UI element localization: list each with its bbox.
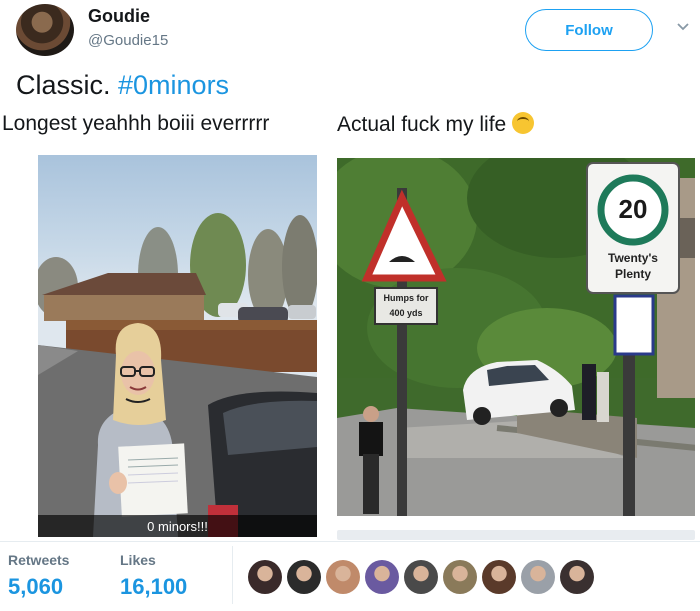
likes-count: 16,100 <box>120 574 188 599</box>
avatar[interactable] <box>16 4 74 56</box>
stats-divider <box>232 546 233 604</box>
user-name[interactable]: Goudie <box>88 6 150 27</box>
liker-avatar[interactable] <box>365 560 399 594</box>
liker-avatar[interactable] <box>326 560 360 594</box>
photo-caption-right: Actual fuck my life <box>337 112 535 137</box>
chevron-down-icon[interactable] <box>676 20 690 34</box>
tweet-text-prefix: Classic. <box>16 70 119 100</box>
liker-avatar[interactable] <box>521 560 555 594</box>
likes-stat[interactable]: Likes 16,100 <box>120 552 187 600</box>
humps-sign-text: Humps for 400 yds <box>383 293 429 318</box>
liker-avatar[interactable] <box>560 560 594 594</box>
tweet-text: Classic. #0minors <box>16 70 229 101</box>
user-handle[interactable]: @Goudie15 <box>88 32 168 49</box>
upside-down-face-emoji-icon <box>512 112 535 134</box>
photo-driving-test-illustration <box>38 213 317 537</box>
photo-strip-divider <box>337 530 695 540</box>
retweets-count: 5,060 <box>8 574 64 599</box>
speed-limit-value: 20 <box>618 194 648 224</box>
liker-avatar[interactable] <box>443 560 477 594</box>
tweet-header: Goudie @Goudie15 Follow <box>0 0 700 64</box>
liker-avatar[interactable] <box>248 560 282 594</box>
photo-overlay-caption: 0 minors!!! <box>38 515 317 537</box>
hashtag-link[interactable]: #0minors <box>118 70 229 100</box>
retweets-stat[interactable]: Retweets 5,060 <box>8 552 69 600</box>
speed-sign-text: Twenty's Plenty <box>608 251 658 281</box>
retweets-label: Retweets <box>8 552 70 568</box>
photo-caption-left: Longest yeahhh boiii everrrrr <box>2 112 270 135</box>
liker-avatar[interactable] <box>287 560 321 594</box>
photo-caption-right-text: Actual fuck my life <box>337 113 507 136</box>
photo-driving-test[interactable] <box>38 155 317 537</box>
photo-road-sign[interactable]: 20 Twenty's Plenty Humps for 400 yds <box>337 158 695 516</box>
liker-avatar[interactable] <box>482 560 516 594</box>
likes-label: Likes <box>120 552 156 568</box>
liker-avatar[interactable] <box>404 560 438 594</box>
tweet-stats: Retweets 5,060 Likes 16,100 <box>0 541 700 611</box>
follow-button[interactable]: Follow <box>525 9 653 51</box>
